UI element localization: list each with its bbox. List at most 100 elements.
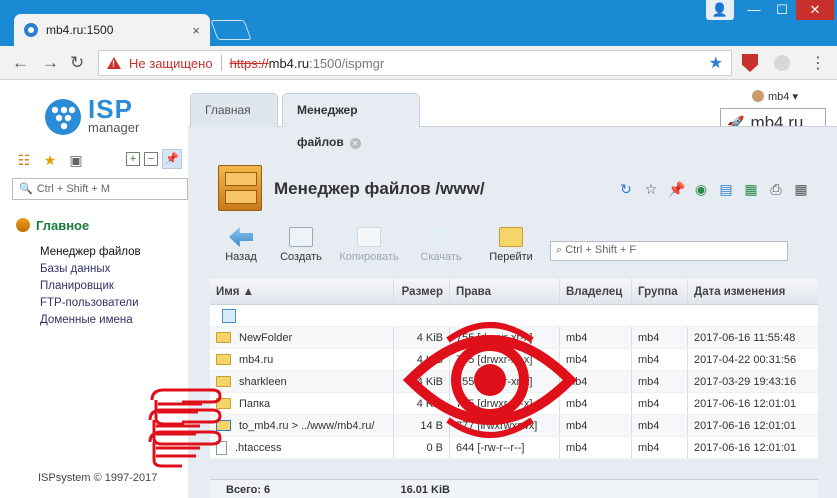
file-date: 2017-06-16 11:55:48 [694, 331, 796, 344]
extension-globe-icon[interactable] [774, 55, 790, 71]
file-owner: mb4 [560, 415, 632, 436]
file-group: mb4 [632, 371, 688, 392]
file-rights: 755 [drwxr-xr-x] [450, 371, 560, 392]
file-name: .htaccess [235, 441, 282, 454]
download-button[interactable]: Скачать [410, 227, 472, 263]
url-protocol: https:// [229, 55, 269, 71]
column-header-date[interactable]: Дата изменения [688, 279, 818, 304]
back-arrow-icon [229, 227, 253, 247]
create-file-icon [289, 227, 313, 247]
main-group-icon [16, 218, 30, 232]
table-row[interactable]: .htaccess 0 B 644 [-rw-r--r--] mb4 mb4 2… [210, 437, 818, 459]
favorites-star-icon[interactable]: ★ [42, 152, 58, 168]
sidebar-group-main[interactable]: Главное [16, 218, 89, 233]
sidebar-item-ftp-users[interactable]: FTP-пользователи [40, 295, 141, 312]
file-date: 2017-03-29 19:43:16 [694, 375, 797, 388]
back-button[interactable]: Назад [210, 227, 272, 263]
collapse-all-icon[interactable]: − [144, 152, 158, 166]
bookmark-star-icon[interactable]: ★ [709, 53, 723, 73]
sidebar-group-label: Главное [36, 218, 90, 233]
goto-button[interactable]: Перейти [480, 227, 542, 263]
copy-label: Копировать [339, 251, 399, 263]
sidebar-item-databases[interactable]: Базы данных [40, 261, 141, 278]
browser-menu-icon[interactable]: ⋮ [810, 53, 826, 73]
refresh-icon[interactable]: ↻ [618, 181, 634, 197]
address-toolbar: ← → ↻ ! Не защищено https:// mb4.ru :150… [0, 46, 837, 80]
minimize-icon[interactable]: — [740, 0, 768, 20]
export-doc-icon[interactable]: ▤ [718, 181, 734, 197]
briefcase-icon[interactable]: ▣ [68, 152, 84, 168]
file-owner: mb4 [560, 327, 632, 348]
tree-icon[interactable]: ☷ [16, 152, 32, 168]
table-row[interactable]: mb4.ru 4 KiB 755 [drwxr-xr-x] mb4 mb4 20… [210, 349, 818, 371]
new-tab-button[interactable] [210, 20, 252, 40]
table-row[interactable]: to_mb4.ru > ../www/mb4.ru/ 14 B 777 [lrw… [210, 415, 818, 437]
user-name: mb4 ▾ [768, 91, 798, 103]
file-name: mb4.ru [239, 353, 274, 366]
warning-icon: ! [107, 57, 121, 69]
tab-close-icon[interactable]: × [192, 23, 200, 38]
forward-arrow-icon[interactable]: → [42, 53, 59, 73]
site-favicon-icon [24, 23, 38, 37]
maximize-icon[interactable]: ☐ [768, 0, 796, 20]
copy-button[interactable]: Копировать [338, 227, 400, 263]
file-group: mb4 [632, 349, 688, 370]
sidebar-item-file-manager[interactable]: Менеджер файлов [40, 244, 141, 261]
search-icon: ⌕ [556, 244, 566, 256]
back-arrow-icon[interactable]: ← [12, 53, 29, 73]
tab-close-icon[interactable]: ✕ [349, 138, 361, 149]
sidebar-search-input[interactable]: 🔍 Ctrl + Shift + M [12, 178, 188, 200]
sidebar-item-scheduler[interactable]: Планировщик [40, 278, 141, 295]
column-header-name[interactable]: Имя ▲ [210, 279, 394, 304]
table-search-input[interactable]: ⌕ Ctrl + Shift + F [550, 241, 788, 261]
file-date: 2017-06-16 12:01:01 [694, 397, 797, 410]
url-host: mb4.ru [268, 55, 310, 71]
print-icon[interactable]: ⎙ [768, 181, 784, 197]
export-excel-icon[interactable]: ▦ [743, 181, 759, 197]
profile-icon[interactable]: 👤 [706, 0, 734, 20]
copyright: ISPsystem © 1997-2017 [38, 472, 158, 484]
reload-icon[interactable]: ↻ [70, 53, 84, 73]
ispmanager-page: ISP manager mb4 ▾ 🚀 mb4.ru ☷ ★ ▣ + − 📌 🔍… [0, 80, 837, 498]
file-size: 4 KiB [394, 349, 450, 370]
footer-size: 16.01 KiB [400, 483, 450, 496]
tab-file-manager[interactable]: Менеджер файлов ✕ [282, 93, 420, 149]
table-row[interactable]: NewFolder 4 KiB 755 [drwxr-xr-x] mb4 mb4… [210, 327, 818, 349]
folder-icon [216, 376, 231, 387]
footer-total: Всего: 6 [226, 483, 271, 496]
url-input[interactable]: ! Не защищено https:// mb4.ru :1500/ispm… [98, 50, 732, 76]
close-window-icon[interactable]: ✕ [796, 0, 834, 20]
sidebar-search-placeholder: Ctrl + Shift + M [36, 183, 111, 195]
file-rights: 777 [lrwxrwxrwx] [450, 415, 560, 436]
insecure-label[interactable]: Не защищено [129, 56, 213, 71]
file-owner: mb4 [560, 437, 632, 458]
pin-icon[interactable]: 📌 [162, 149, 182, 169]
parent-directory-row[interactable] [210, 305, 818, 327]
column-header-owner[interactable]: Владелец [560, 279, 632, 304]
file-rights: 755 [drwxr-xr-x] [450, 327, 560, 348]
pin-icon[interactable]: 📌 [668, 181, 685, 197]
user-menu[interactable]: mb4 ▾ [752, 90, 798, 103]
copy-icon [357, 227, 381, 247]
favorite-star-icon[interactable]: ☆ [643, 181, 659, 197]
table-settings-icon[interactable]: ▦ [793, 181, 809, 197]
column-header-group[interactable]: Группа [632, 279, 688, 304]
file-rights: 644 [-rw-r--r--] [450, 437, 560, 458]
column-header-size[interactable]: Размер [394, 279, 450, 304]
search-icon: 🔍 [19, 183, 33, 195]
table-row[interactable]: Папка 4 KiB 755 [drwxr-xr-x] mb4 mb4 201… [210, 393, 818, 415]
tab-home[interactable]: Главная [190, 93, 278, 127]
goto-label: Перейти [489, 251, 533, 263]
file-date: 2017-06-16 12:01:01 [694, 419, 797, 432]
browser-tab[interactable]: mb4.ru:1500 × [14, 14, 210, 46]
sidebar-item-domains[interactable]: Доменные имена [40, 312, 141, 329]
help-globe-icon[interactable]: ◉ [693, 181, 709, 197]
file-owner: mb4 [560, 371, 632, 392]
table-row[interactable]: sharkleen 4 KiB 755 [drwxr-xr-x] mb4 mb4… [210, 371, 818, 393]
extension-shield-icon[interactable] [742, 54, 758, 72]
expand-all-icon[interactable]: + [126, 152, 140, 166]
column-header-rights[interactable]: Права [450, 279, 560, 304]
tab-title: mb4.ru:1500 [46, 23, 114, 37]
tab-file-manager-label: Менеджер файлов [297, 103, 358, 149]
create-button[interactable]: Создать [270, 227, 332, 263]
